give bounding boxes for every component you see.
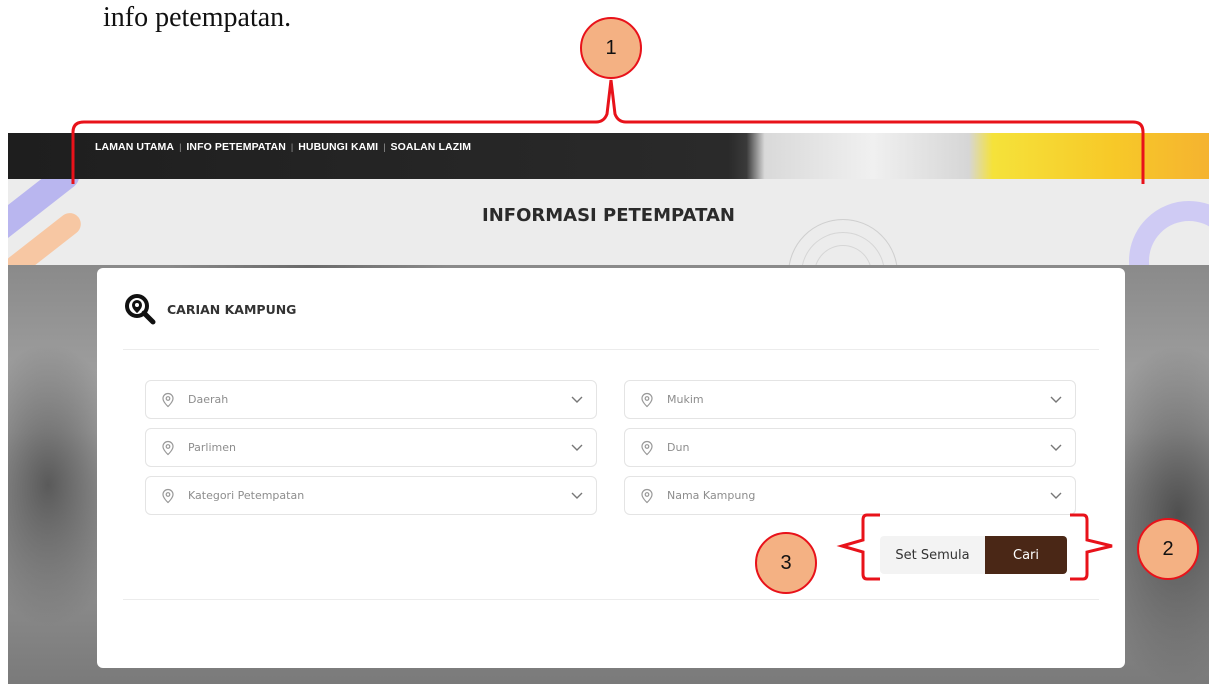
location-pin-icon bbox=[641, 488, 653, 503]
location-pin-icon bbox=[641, 392, 653, 407]
search-card-header: CARIAN KAMPUNG bbox=[123, 293, 296, 325]
chevron-down-icon bbox=[571, 396, 583, 403]
website-screenshot: LAMAN UTAMA | INFO PETEMPATAN | HUBUNGI … bbox=[8, 133, 1209, 684]
divider bbox=[123, 349, 1099, 350]
top-navigation-bar: LAMAN UTAMA | INFO PETEMPATAN | HUBUNGI … bbox=[8, 133, 1209, 179]
select-parlimen-placeholder: Parlimen bbox=[188, 441, 236, 454]
search-button[interactable]: Cari bbox=[985, 536, 1067, 574]
select-mukim[interactable]: Mukim bbox=[624, 380, 1076, 419]
chevron-down-icon bbox=[1050, 444, 1062, 451]
select-mukim-placeholder: Mukim bbox=[667, 393, 704, 406]
select-dun[interactable]: Dun bbox=[624, 428, 1076, 467]
location-pin-icon bbox=[162, 392, 174, 407]
divider bbox=[123, 599, 1099, 600]
nav-separator: | bbox=[290, 142, 294, 152]
callout-3: 3 bbox=[755, 532, 817, 594]
nav-separator: | bbox=[383, 142, 386, 152]
callout-2: 2 bbox=[1137, 518, 1199, 580]
nav-item-hubungi-kami[interactable]: HUBUNGI KAMI bbox=[298, 141, 378, 153]
select-daerah-placeholder: Daerah bbox=[188, 393, 229, 406]
location-pin-icon bbox=[162, 440, 174, 455]
location-pin-icon bbox=[641, 440, 653, 455]
select-nama-kampung-placeholder: Nama Kampung bbox=[667, 489, 756, 502]
nav-item-soalan-lazim[interactable]: SOALAN LAZIM bbox=[391, 141, 472, 153]
select-parlimen[interactable]: Parlimen bbox=[145, 428, 597, 467]
nav-separator: | bbox=[179, 142, 182, 152]
nav-menu: LAMAN UTAMA | INFO PETEMPATAN | HUBUNGI … bbox=[95, 141, 471, 153]
page-banner: INFORMASI PETEMPATAN bbox=[8, 179, 1209, 265]
select-daerah[interactable]: Daerah bbox=[145, 380, 597, 419]
reset-button[interactable]: Set Semula bbox=[880, 536, 985, 574]
select-dun-placeholder: Dun bbox=[667, 441, 690, 454]
nav-item-laman-utama[interactable]: LAMAN UTAMA bbox=[95, 141, 174, 153]
callout-1: 1 bbox=[580, 17, 642, 79]
select-kategori-placeholder: Kategori Petempatan bbox=[188, 489, 305, 502]
chevron-down-icon bbox=[1050, 492, 1062, 499]
search-card: CARIAN KAMPUNG Daerah Mukim Parlimen Dun… bbox=[97, 268, 1125, 668]
chevron-down-icon bbox=[571, 444, 583, 451]
select-kategori-petempatan[interactable]: Kategori Petempatan bbox=[145, 476, 597, 515]
search-card-title: CARIAN KAMPUNG bbox=[167, 301, 297, 317]
location-pin-icon bbox=[162, 488, 174, 503]
document-text: info petempatan. bbox=[103, 2, 292, 33]
chevron-down-icon bbox=[1050, 396, 1062, 403]
nav-item-info-petempatan[interactable]: INFO PETEMPATAN bbox=[186, 141, 286, 153]
magnifier-pin-icon bbox=[125, 294, 156, 325]
page-title: INFORMASI PETEMPATAN bbox=[482, 205, 735, 226]
chevron-down-icon bbox=[571, 492, 583, 499]
select-nama-kampung[interactable]: Nama Kampung bbox=[624, 476, 1076, 515]
